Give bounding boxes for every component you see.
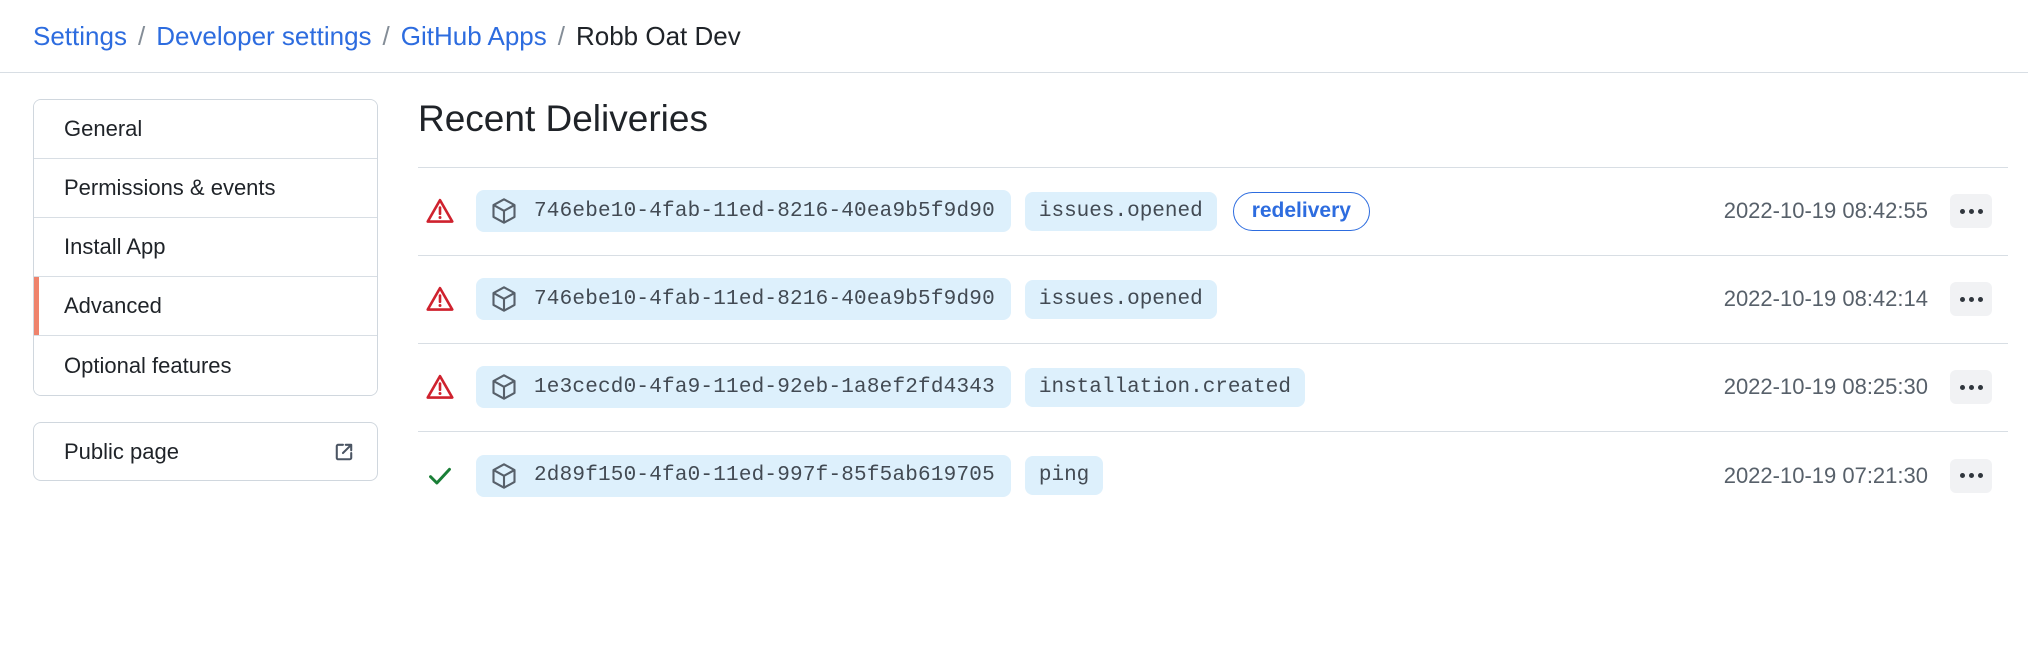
sidebar-nav: General Permissions & events Install App… [33,99,378,396]
sidebar-item-optional-features[interactable]: Optional features [34,336,377,395]
table-row[interactable]: 2d89f150-4fa0-11ed-997f-85f5ab619705 pin… [418,432,2008,520]
sidebar-item-advanced[interactable]: Advanced [34,277,377,336]
delivery-guid: 746ebe10-4fab-11ed-8216-40ea9b5f9d90 [534,287,995,311]
kebab-dot [1959,473,1965,479]
sidebar-item-general[interactable]: General [34,100,377,159]
public-page-link[interactable]: Public page [33,422,378,481]
delivery-timestamp: 2022-10-19 08:42:55 [1723,198,1928,224]
delivery-event[interactable]: issues.opened [1024,279,1217,319]
main-content: Recent Deliveries 746ebe10-4fab-11ed-821… [418,98,2008,520]
delivery-event[interactable]: issues.opened [1024,191,1217,231]
delivery-guid: 746ebe10-4fab-11ed-8216-40ea9b5f9d90 [534,199,995,223]
breadcrumb-separator: / [137,21,146,51]
external-link-icon [333,441,355,463]
delivery-timestamp: 2022-10-19 07:21:30 [1723,462,1928,488]
sidebar-item-install-app[interactable]: Install App [34,218,377,277]
package-icon [490,285,518,313]
kebab-menu-button[interactable] [1950,370,1992,405]
check-icon [418,462,462,490]
kebab-dot [1959,208,1965,214]
package-icon [490,373,518,401]
kebab-dot [1968,384,1974,390]
package-icon [490,462,518,490]
delivery-guid-chip[interactable]: 1e3cecd0-4fa9-11ed-92eb-1a8ef2fd4343 [476,366,1011,409]
delivery-timestamp: 2022-10-19 08:42:14 [1723,286,1928,312]
package-icon [490,197,518,225]
breadcrumb-link-settings[interactable]: Settings [33,23,127,49]
delivery-timestamp: 2022-10-19 08:25:30 [1723,374,1928,400]
sidebar: General Permissions & events Install App… [33,99,378,481]
delivery-guid-chip[interactable]: 746ebe10-4fab-11ed-8216-40ea9b5f9d90 [476,278,1011,321]
sidebar-item-label: Optional features [64,352,232,378]
breadcrumb-separator: / [557,21,565,51]
kebab-dot [1968,296,1974,302]
sidebar-item-label: Install App [64,234,166,259]
breadcrumb-separator: / [382,21,390,51]
table-row[interactable]: 746ebe10-4fab-11ed-8216-40ea9b5f9d90 iss… [418,168,2008,256]
sidebar-item-label: Advanced [64,293,162,318]
kebab-dot [1977,208,1983,214]
delivery-guid: 2d89f150-4fa0-11ed-997f-85f5ab619705 [534,464,995,488]
warning-triangle-icon [418,373,462,401]
sidebar-item-permissions-events[interactable]: Permissions & events [34,159,377,218]
table-row[interactable]: 1e3cecd0-4fa9-11ed-92eb-1a8ef2fd4343 ins… [418,344,2008,432]
page-body: General Permissions & events Install App… [0,73,2028,520]
kebab-menu-button[interactable] [1950,194,1992,229]
kebab-dot [1968,473,1974,479]
delivery-event[interactable]: installation.created [1024,367,1305,407]
delivery-event[interactable]: ping [1024,456,1104,496]
kebab-dot [1959,296,1965,302]
breadcrumb-link-developer-settings[interactable]: Developer settings [156,23,371,49]
kebab-dot [1977,296,1983,302]
breadcrumb-bar: Settings / Developer settings / GitHub A… [0,0,2028,73]
kebab-dot [1959,384,1965,390]
breadcrumb-current-robb-oat-dev: Robb Oat Dev [575,21,741,51]
kebab-menu-button[interactable] [1950,282,1992,317]
kebab-menu-button[interactable] [1950,458,1992,493]
kebab-dot [1977,473,1983,479]
public-page-label: Public page [64,438,179,464]
delivery-guid-chip[interactable]: 2d89f150-4fa0-11ed-997f-85f5ab619705 [476,454,1011,497]
kebab-dot [1977,384,1983,390]
sidebar-item-label: General [64,116,143,141]
breadcrumb-link-github-apps[interactable]: GitHub Apps [401,23,547,49]
redelivery-badge[interactable]: redelivery [1232,191,1370,231]
breadcrumb: Settings / Developer settings / GitHub A… [33,23,741,49]
table-row[interactable]: 746ebe10-4fab-11ed-8216-40ea9b5f9d90 iss… [418,256,2008,344]
sidebar-item-label: Permissions & events [64,175,276,200]
warning-triangle-icon [418,285,462,313]
recent-deliveries-list: 746ebe10-4fab-11ed-8216-40ea9b5f9d90 iss… [418,168,2008,520]
delivery-guid: 1e3cecd0-4fa9-11ed-92eb-1a8ef2fd4343 [534,375,995,399]
warning-triangle-icon [418,197,462,225]
page-title: Recent Deliveries [418,98,708,139]
kebab-dot [1968,208,1974,214]
delivery-guid-chip[interactable]: 746ebe10-4fab-11ed-8216-40ea9b5f9d90 [476,190,1011,233]
